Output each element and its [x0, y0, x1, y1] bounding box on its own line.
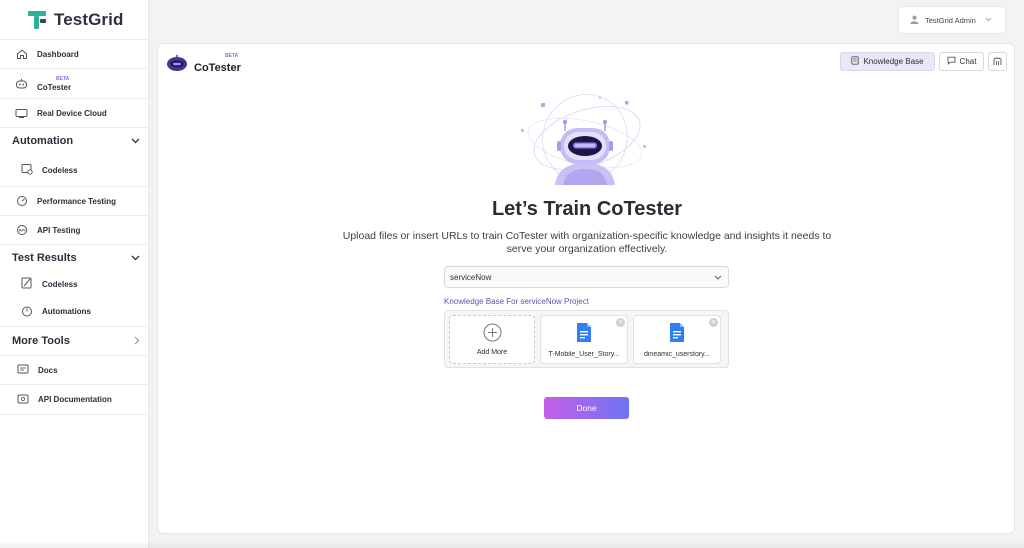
section-title: More Tools: [12, 335, 70, 347]
files-container: Add More × T-Mobile_User_Story... × dine…: [444, 310, 729, 368]
brand-logo[interactable]: TestGrid: [0, 0, 148, 40]
robot-icon: [15, 77, 28, 90]
robot-outline-icon: [992, 53, 1003, 71]
robot-illustration: [515, 93, 655, 193]
testgrid-logo-icon: [28, 10, 48, 30]
sidebar-item-automation-codeless[interactable]: Codeless: [0, 154, 148, 187]
api-docs-icon: [17, 393, 29, 407]
sidebar-item-label: Performance Testing: [37, 196, 116, 206]
chevron-down-icon: [985, 17, 992, 24]
gauge-icon: [15, 195, 28, 208]
cotester-header: CoTester BETA: [166, 53, 241, 77]
section-more-tools[interactable]: More Tools: [0, 327, 148, 355]
chevron-down-icon: [714, 273, 722, 282]
file-card[interactable]: × dineamic_userstory...: [633, 315, 721, 364]
product-name: CoTester: [194, 61, 241, 74]
sidebar-item-cotester[interactable]: BETA CoTester: [0, 69, 148, 99]
svg-text:API: API: [18, 228, 25, 233]
section-test-results[interactable]: Test Results: [0, 245, 148, 271]
knowledge-base-label: Knowledge Base: [863, 57, 924, 66]
chevron-down-icon: [131, 253, 140, 263]
section-automation[interactable]: Automation: [0, 128, 148, 154]
page-title: Let’s Train CoTester: [491, 198, 683, 220]
chat-label: Chat: [959, 57, 977, 66]
brand-name: TestGrid: [54, 9, 124, 29]
user-name: TestGrid Admin: [925, 15, 976, 25]
project-select-value: serviceNow: [450, 272, 492, 282]
sidebar-item-label: Automations: [42, 307, 91, 316]
chat-button[interactable]: Chat: [939, 52, 984, 71]
sidebar-item-label: Real Device Cloud: [37, 108, 107, 118]
sidebar-item-label: API Documentation: [38, 395, 112, 404]
file-name: T-Mobile_User_Story...: [548, 350, 620, 358]
sidebar: TestGrid Dashboard BETA CoTester Real De…: [0, 0, 149, 548]
chevron-down-icon: [131, 136, 140, 146]
user-icon: [910, 15, 919, 26]
sidebar-item-real-device-cloud[interactable]: Real Device Cloud: [0, 99, 148, 128]
sidebar-item-api-documentation[interactable]: API Documentation: [0, 385, 148, 415]
sidebar-item-label: Codeless: [42, 279, 78, 289]
page-subtitle: Upload files or insert URLs to train CoT…: [342, 230, 832, 255]
sidebar-item-results-automations[interactable]: Automations: [0, 297, 148, 327]
file-card[interactable]: × T-Mobile_User_Story...: [540, 315, 628, 364]
home-icon: [15, 48, 28, 61]
sidebar-item-label: Docs: [38, 365, 58, 375]
plus-circle-icon: [483, 323, 502, 344]
chevron-right-icon: [134, 336, 140, 347]
codeless-icon: [21, 163, 33, 177]
remove-file-icon[interactable]: ×: [616, 318, 625, 327]
section-title: Test Results: [12, 252, 77, 264]
cotester-logo-icon: [166, 54, 188, 77]
main-panel: CoTester BETA Knowledge Base Chat Let’s …: [157, 43, 1015, 534]
robot-settings-button[interactable]: [988, 52, 1007, 71]
beta-badge: BETA: [56, 76, 70, 82]
sidebar-item-performance-testing[interactable]: Performance Testing: [0, 187, 148, 216]
document-icon: [576, 322, 592, 345]
document-icon: [669, 322, 685, 345]
sidebar-item-label: API Testing: [37, 225, 81, 235]
file-name: dineamic_userstory...: [643, 350, 710, 358]
chat-icon: [947, 56, 956, 67]
sidebar-item-label: CoTester: [37, 82, 72, 92]
beta-badge: BETA: [225, 53, 239, 59]
sidebar-item-label: Dashboard: [37, 49, 79, 59]
sidebar-item-label: Codeless: [42, 165, 78, 175]
bottom-shadow: [0, 540, 1024, 548]
sidebar-item-api-testing[interactable]: API API Testing: [0, 216, 148, 245]
docs-icon: [17, 363, 29, 377]
project-select[interactable]: serviceNow: [444, 266, 729, 288]
book-icon: [851, 56, 860, 67]
knowledge-base-project-label: Knowledge Base For serviceNow Project: [444, 297, 589, 306]
section-title: Automation: [12, 135, 74, 147]
api-icon: API: [15, 224, 28, 237]
timer-icon: [21, 305, 33, 319]
add-more-button[interactable]: Add More: [449, 315, 535, 364]
sidebar-item-dashboard[interactable]: Dashboard: [0, 40, 148, 69]
sidebar-item-docs[interactable]: Docs: [0, 356, 148, 385]
remove-file-icon[interactable]: ×: [709, 318, 718, 327]
sidebar-item-results-codeless[interactable]: Codeless: [0, 271, 148, 297]
done-button[interactable]: Done: [544, 397, 629, 419]
add-more-label: Add More: [476, 349, 508, 356]
device-cloud-icon: [15, 107, 28, 120]
knowledge-base-button[interactable]: Knowledge Base: [840, 52, 935, 71]
pen-icon: [21, 277, 33, 291]
user-menu[interactable]: TestGrid Admin: [898, 6, 1006, 34]
